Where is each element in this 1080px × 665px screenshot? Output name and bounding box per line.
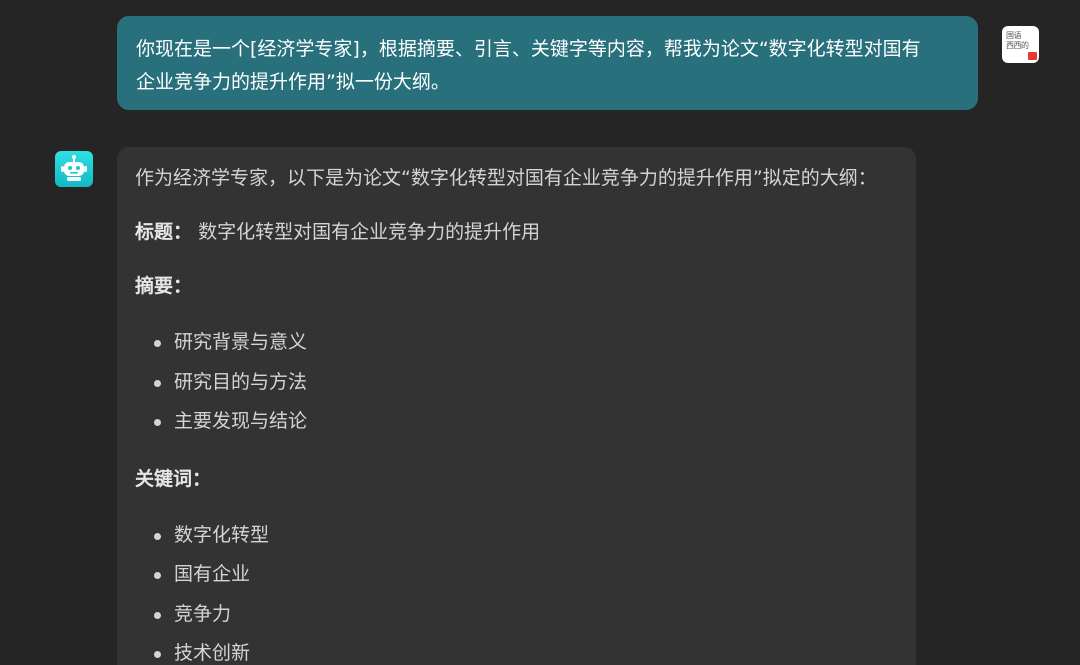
user-message-line-1: 你现在是一个[经济学专家]，根据摘要、引言、关键字等内容，帮我为论文“数字化转型… bbox=[136, 38, 921, 60]
abstract-heading: 摘要： bbox=[135, 275, 193, 297]
bot-intro-text: 作为经济学专家，以下是为论文“数字化转型对国有企业竞争力的提升作用”拟定的大纲： bbox=[135, 167, 877, 189]
avatar-logo-text-1: 国语 bbox=[1006, 31, 1022, 40]
robot-icon bbox=[61, 155, 87, 181]
user-avatar[interactable]: 国语 西西的 bbox=[1002, 26, 1039, 63]
bot-avatar[interactable] bbox=[55, 151, 93, 187]
list-item: 研究背景与意义 bbox=[135, 323, 898, 363]
abstract-list: 研究背景与意义 研究目的与方法 主要发现与结论 bbox=[135, 323, 898, 442]
list-item: 技术创新 bbox=[135, 634, 898, 665]
avatar-logo-text-2: 西西的 bbox=[1006, 41, 1029, 50]
user-message-line-2: 企业竞争力的提升作用”拟一份大纲。 bbox=[136, 71, 450, 93]
avatar-stamp-icon bbox=[1028, 52, 1037, 60]
keywords-list: 数字化转型 国有企业 竞争力 技术创新 bbox=[135, 516, 898, 665]
user-message-bubble: 你现在是一个[经济学专家]，根据摘要、引言、关键字等内容，帮我为论文“数字化转型… bbox=[117, 16, 978, 110]
title-value: 数字化转型对国有企业竞争力的提升作用 bbox=[198, 221, 541, 243]
list-item: 国有企业 bbox=[135, 555, 898, 595]
chat-window: 你现在是一个[经济学专家]，根据摘要、引言、关键字等内容，帮我为论文“数字化转型… bbox=[0, 0, 1080, 665]
list-item: 研究目的与方法 bbox=[135, 363, 898, 403]
bot-message-bubble: 作为经济学专家，以下是为论文“数字化转型对国有企业竞争力的提升作用”拟定的大纲：… bbox=[117, 147, 916, 665]
list-item: 竞争力 bbox=[135, 595, 898, 635]
outline-title-line: 标题： 数字化转型对国有企业竞争力的提升作用 bbox=[135, 215, 898, 249]
title-label: 标题： bbox=[135, 221, 193, 243]
list-item: 数字化转型 bbox=[135, 516, 898, 556]
keywords-heading: 关键词： bbox=[135, 467, 212, 490]
list-item: 主要发现与结论 bbox=[135, 402, 898, 442]
